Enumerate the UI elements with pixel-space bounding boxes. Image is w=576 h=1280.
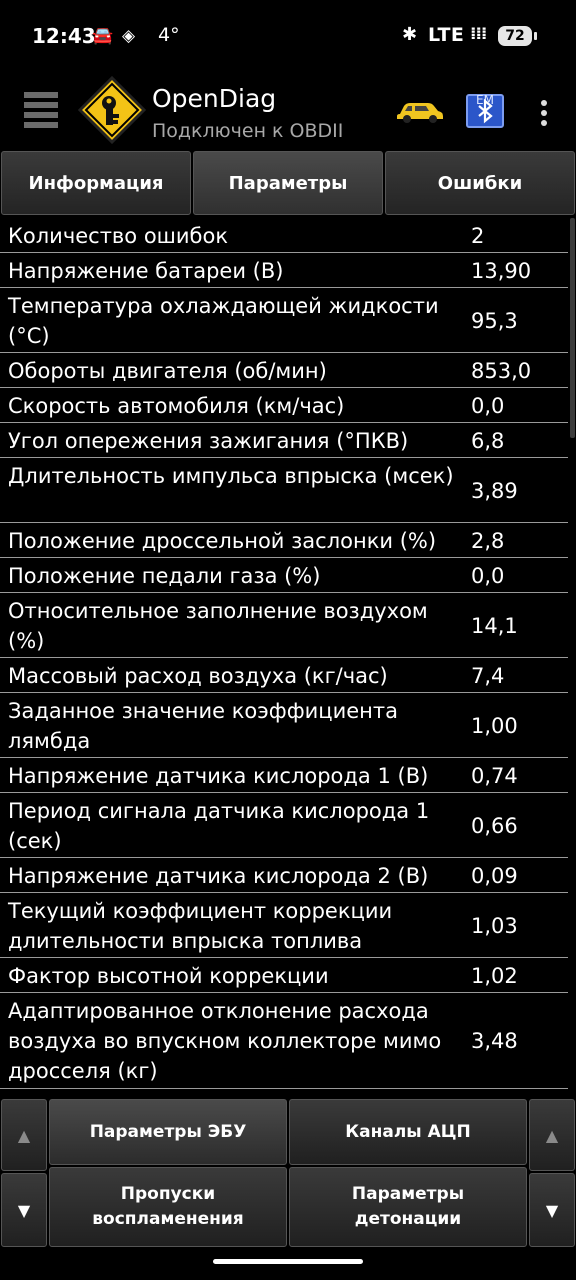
battery-icon: 72	[498, 26, 532, 46]
ecu-parameters-button[interactable]: Параметры ЭБУ	[49, 1099, 287, 1165]
table-row: Напряжение батареи (В) 13,90	[0, 253, 568, 288]
tab-info[interactable]: Информация	[1, 151, 191, 215]
param-value: 1,00	[471, 714, 518, 738]
param-name: Напряжение датчика кислорода 2 (В)	[8, 864, 429, 888]
param-name: Положение педали газа (%)	[8, 564, 321, 588]
scroll-down-left-button[interactable]: ▼	[1, 1173, 47, 1247]
param-name: Заданное значение коэффициента лямбда	[8, 699, 398, 753]
param-value: 95,3	[471, 309, 518, 333]
table-row: Угол опережения зажигания (°ПКВ) 6,8	[0, 423, 568, 458]
table-row: Температура охлаждающей жидкости (°C) 95…	[0, 288, 568, 353]
temperature: 4°	[158, 24, 180, 46]
parameters-table[interactable]: Количество ошибок 2 Напряжение батареи (…	[0, 218, 576, 1090]
misfires-label: Пропуски воспламенения	[92, 1184, 244, 1229]
param-name: Длительность импульса впрыска (мсек)	[8, 464, 454, 488]
scrollbar[interactable]	[570, 218, 575, 438]
param-value: 0,66	[471, 814, 518, 838]
param-value: 2	[471, 224, 485, 248]
param-value: 3,89	[471, 479, 518, 503]
signal-icon: ⁞⁞⁞	[470, 24, 487, 44]
table-row: Напряжение датчика кислорода 2 (В) 0,09	[0, 858, 568, 893]
table-row: Обороты двигателя (об/мин) 853,0	[0, 353, 568, 388]
scroll-down-right-button[interactable]: ▼	[529, 1173, 575, 1247]
bluetooth-status-icon: ✱	[402, 24, 418, 45]
table-row: Фактор высотной коррекции 1,02	[0, 958, 568, 993]
network-type: LTE	[428, 24, 465, 46]
param-value: 0,09	[471, 864, 518, 888]
param-name: Положение дроссельной заслонки (%)	[8, 529, 437, 553]
menu-icon[interactable]	[24, 92, 58, 130]
param-value: 2,8	[471, 529, 505, 553]
param-name: Фактор высотной коррекции	[8, 964, 329, 988]
table-row: Напряжение датчика кислорода 1 (В) 0,74	[0, 758, 568, 793]
param-value: 6,8	[471, 429, 505, 453]
table-row: Относительное заполнение воздухом (%) 14…	[0, 593, 568, 658]
home-indicator[interactable]	[213, 1259, 363, 1264]
table-row: Адаптированное отклонение расхода воздух…	[0, 993, 568, 1089]
param-name: Количество ошибок	[8, 224, 229, 248]
table-row: Скорость автомобиля (км/час) 0,0	[0, 388, 568, 423]
misfires-button[interactable]: Пропуски воспламенения	[49, 1167, 287, 1247]
param-name: Адаптированное отклонение расхода воздух…	[8, 999, 442, 1083]
table-row: Длительность импульса впрыска (мсек) 3,8…	[0, 458, 568, 523]
app-bar: OpenDiag Подключен к OBDII EM	[0, 72, 576, 150]
scroll-up-right-button[interactable]: ▲	[529, 1099, 575, 1171]
table-row: Массовый расход воздуха (кг/час) 7,4	[0, 658, 568, 693]
table-row: Текущий коэффициент коррекции длительнос…	[0, 893, 568, 958]
overflow-menu-icon[interactable]	[536, 96, 552, 128]
arrow-up-icon: ▲	[545, 1125, 559, 1145]
arrow-up-icon: ▲	[17, 1125, 31, 1145]
table-row: Положение дроссельной заслонки (%) 2,8	[0, 523, 568, 558]
param-name: Напряжение батареи (В)	[8, 259, 284, 283]
param-value: 0,74	[471, 764, 518, 788]
clock: 12:43	[32, 24, 96, 48]
param-value: 853,0	[471, 359, 532, 383]
param-name: Обороты двигателя (об/мин)	[8, 359, 327, 383]
param-name: Относительное заполнение воздухом (%)	[8, 599, 428, 653]
car-status-icon: 🚘	[92, 26, 114, 46]
table-row: Период сигнала датчика кислорода 1 (сек)…	[0, 793, 568, 858]
arrow-down-icon: ▼	[17, 1200, 31, 1220]
param-value: 13,90	[471, 259, 532, 283]
param-name: Текущий коэффициент коррекции длительнос…	[8, 899, 393, 953]
table-row: Положение педали газа (%) 0,0	[0, 558, 568, 593]
table-row: Количество ошибок 2	[0, 218, 568, 253]
param-value: 1,03	[471, 914, 518, 938]
param-name: Угол опережения зажигания (°ПКВ)	[8, 429, 409, 453]
knock-parameters-button[interactable]: Параметры детонации	[289, 1167, 527, 1247]
param-value: 3,48	[471, 1029, 518, 1053]
app-logo-icon	[78, 76, 146, 144]
tab-errors[interactable]: Ошибки	[385, 151, 575, 215]
tab-bar: Информация Параметры Ошибки	[0, 151, 576, 217]
param-name: Напряжение датчика кислорода 1 (В)	[8, 764, 429, 788]
location-icon: ◈	[122, 26, 136, 46]
param-value: 0,0	[471, 564, 505, 588]
arrow-down-icon: ▼	[545, 1200, 559, 1220]
knock-parameters-label: Параметры детонации	[351, 1184, 465, 1229]
param-name: Период сигнала датчика кислорода 1 (сек)	[8, 799, 430, 853]
param-value: 14,1	[471, 614, 518, 638]
scroll-up-left-button[interactable]: ▲	[1, 1099, 47, 1171]
bluetooth-icon	[478, 98, 493, 124]
car-icon[interactable]	[396, 98, 444, 124]
bluetooth-button[interactable]: EM	[466, 93, 504, 128]
table-row: Заданное значение коэффициента лямбда 1,…	[0, 693, 568, 758]
app-title: OpenDiag	[152, 84, 277, 113]
adc-channels-button[interactable]: Каналы АЦП	[289, 1099, 527, 1165]
tab-parameters[interactable]: Параметры	[193, 151, 383, 215]
param-value: 1,02	[471, 964, 518, 988]
connection-status: Подключен к OBDII	[152, 120, 344, 142]
param-name: Скорость автомобиля (км/час)	[8, 394, 345, 418]
param-value: 7,4	[471, 664, 505, 688]
param-name: Температура охлаждающей жидкости (°C)	[8, 294, 439, 348]
status-bar: 12:43 🚘 ◈ 4° ✱ LTE ⁞⁞⁞ 72	[0, 0, 576, 72]
battery-tip	[534, 32, 537, 40]
param-name: Массовый расход воздуха (кг/час)	[8, 664, 388, 688]
param-value: 0,0	[471, 394, 505, 418]
